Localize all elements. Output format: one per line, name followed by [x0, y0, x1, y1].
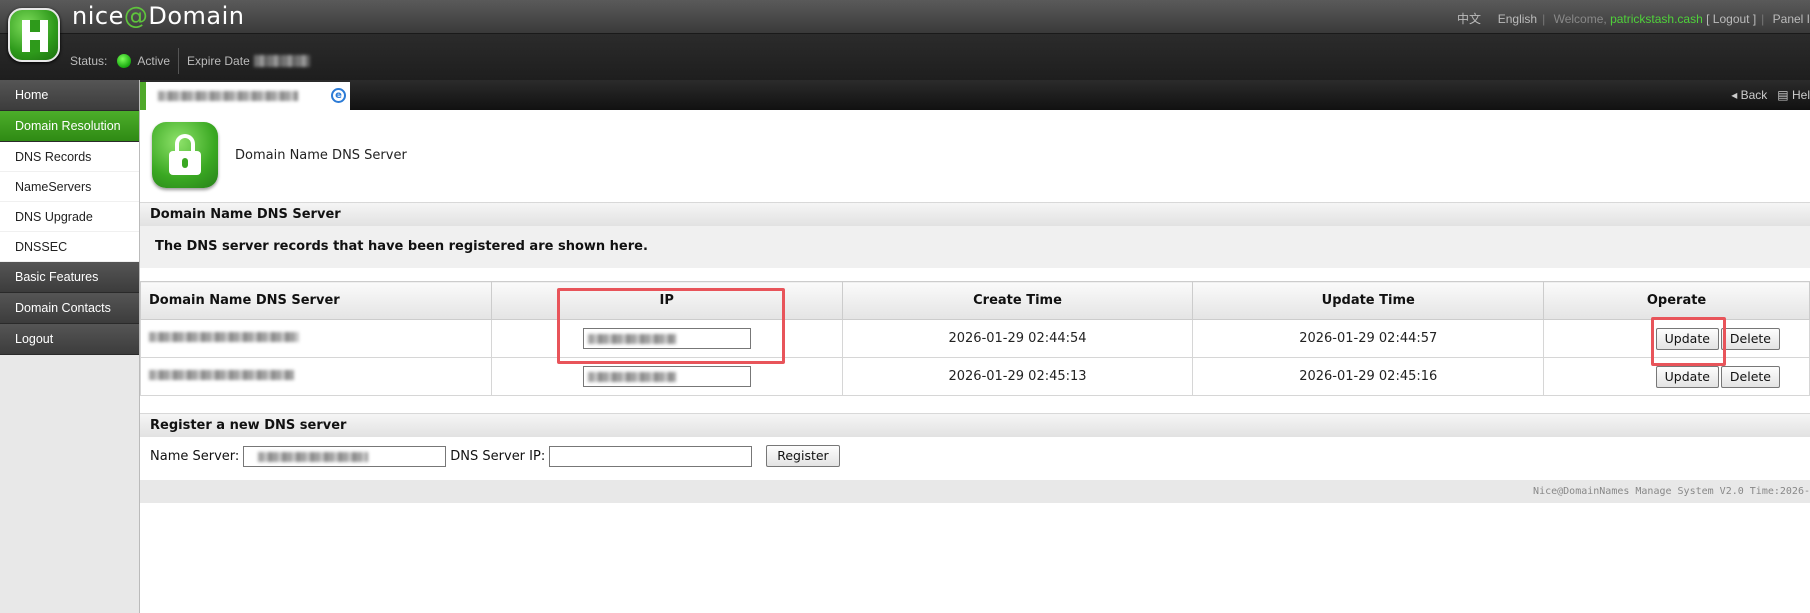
- sidebar-item-basic-features[interactable]: Basic Features: [0, 262, 139, 293]
- brand-suffix: Domain: [148, 2, 245, 30]
- register-form: Name Server: DNS Server IP: Register: [140, 437, 1810, 475]
- sidebar-item-logout[interactable]: Logout: [0, 324, 139, 355]
- logout-link[interactable]: [ Logout ]: [1706, 12, 1756, 26]
- help-link[interactable]: Hel: [1792, 88, 1810, 102]
- tab-domain-redacted: [158, 91, 298, 101]
- update-time: 2026-01-29 02:44:57: [1192, 319, 1545, 358]
- name-server-input[interactable]: [243, 445, 447, 467]
- update-button[interactable]: Update: [1655, 327, 1719, 350]
- footer: Nice@DomainNames Manage System V2.0 Time…: [140, 480, 1810, 503]
- expire-label: Expire Date: [187, 54, 250, 68]
- sidebar-item-dns-upgrade[interactable]: DNS Upgrade: [0, 202, 139, 232]
- col-operate: Operate: [1543, 281, 1810, 320]
- brand-at: @: [123, 2, 149, 30]
- create-time: 2026-01-29 02:45:13: [841, 357, 1194, 396]
- browser-icon[interactable]: e: [331, 88, 346, 103]
- col-create-time: Create Time: [841, 281, 1194, 320]
- table-header-row: Domain Name DNS Server IP Create Time Up…: [140, 281, 1810, 320]
- sidebar-item-domain-resolution[interactable]: Domain Resolution: [0, 111, 139, 142]
- delete-button[interactable]: Delete: [1720, 327, 1780, 350]
- status-dot-icon: [117, 54, 132, 68]
- account-status: Status: Active Expire Date: [70, 48, 310, 74]
- ip-input[interactable]: [582, 366, 751, 387]
- username-link[interactable]: patrickstash.cash: [1610, 12, 1703, 26]
- dns-server-ip-label: DNS Server IP:: [450, 448, 546, 464]
- welcome-text: Welcome,: [1553, 12, 1607, 26]
- col-update-time: Update Time: [1192, 281, 1545, 320]
- page-title: Domain Name DNS Server: [235, 148, 407, 163]
- back-icon[interactable]: ◂: [1731, 88, 1737, 102]
- page-header: Domain Name DNS Server: [140, 110, 1810, 202]
- dns-server-name: [140, 357, 492, 396]
- ip-redacted: [587, 372, 676, 382]
- operate-cell: Update Delete: [1543, 357, 1810, 396]
- section-description: The DNS server records that have been re…: [140, 226, 1810, 268]
- ip-cell: [490, 357, 843, 396]
- tab-actions: ◂ Back ▤ Hel: [1731, 88, 1810, 102]
- name-server-redacted: [258, 451, 369, 462]
- top-links: 中文 English | Welcome, patrickstash.cash […: [1457, 12, 1810, 26]
- dns-server-ip-input[interactable]: [549, 445, 753, 467]
- delete-button[interactable]: Delete: [1720, 365, 1780, 388]
- help-icon[interactable]: ▤: [1777, 88, 1788, 102]
- status-value: Active: [137, 54, 171, 68]
- dns-server-name: [140, 319, 492, 358]
- dns-server-redacted: [149, 370, 294, 380]
- tab-bar: e ◂ Back ▤ Hel: [140, 80, 1810, 110]
- sidebar-item-dns-records[interactable]: DNS Records: [0, 142, 139, 172]
- brand-prefix: nice: [72, 2, 124, 30]
- update-time: 2026-01-29 02:45:16: [1192, 357, 1545, 396]
- ip-cell: [490, 319, 843, 358]
- sidebar-item-dnssec[interactable]: DNSSEC: [0, 232, 139, 262]
- table-row: 2026-01-29 02:45:13 2026-01-29 02:45:16 …: [140, 357, 1810, 396]
- panel-link[interactable]: Panel I: [1773, 12, 1810, 26]
- sidebar: Home Domain Resolution DNS Records NameS…: [0, 80, 140, 613]
- back-link[interactable]: Back: [1741, 88, 1768, 102]
- create-time: 2026-01-29 02:44:54: [841, 319, 1194, 358]
- register-button[interactable]: Register: [766, 445, 840, 467]
- brand-title: nice@Domain: [72, 2, 244, 30]
- sidebar-item-domain-contacts[interactable]: Domain Contacts: [0, 293, 139, 324]
- lock-icon: [152, 122, 218, 188]
- col-ip: IP: [490, 281, 843, 320]
- lang-en-link[interactable]: English: [1498, 12, 1537, 26]
- sidebar-item-nameservers[interactable]: NameServers: [0, 172, 139, 202]
- logo-icon: [8, 8, 60, 62]
- header: nice@Domain Status: Active Expire Date 中…: [0, 0, 1810, 80]
- expire-date-redacted: [253, 55, 310, 67]
- dns-server-table: Domain Name DNS Server IP Create Time Up…: [140, 281, 1810, 396]
- name-server-label: Name Server:: [150, 448, 240, 464]
- dns-server-redacted: [149, 332, 299, 342]
- ip-redacted: [587, 334, 676, 344]
- tab-current-domain[interactable]: e: [140, 82, 350, 110]
- table-row: 2026-01-29 02:44:54 2026-01-29 02:44:57 …: [140, 319, 1810, 358]
- col-dns-server: Domain Name DNS Server: [140, 281, 492, 320]
- ip-input[interactable]: [582, 328, 751, 349]
- sidebar-item-home[interactable]: Home: [0, 80, 139, 111]
- operate-cell: Update Delete: [1543, 319, 1810, 358]
- section-title: Domain Name DNS Server: [140, 202, 1810, 226]
- register-section-title: Register a new DNS server: [140, 413, 1810, 437]
- lang-zh-link[interactable]: 中文: [1457, 12, 1481, 26]
- update-button[interactable]: Update: [1655, 365, 1719, 388]
- status-label: Status:: [70, 54, 108, 68]
- divider: [178, 48, 180, 74]
